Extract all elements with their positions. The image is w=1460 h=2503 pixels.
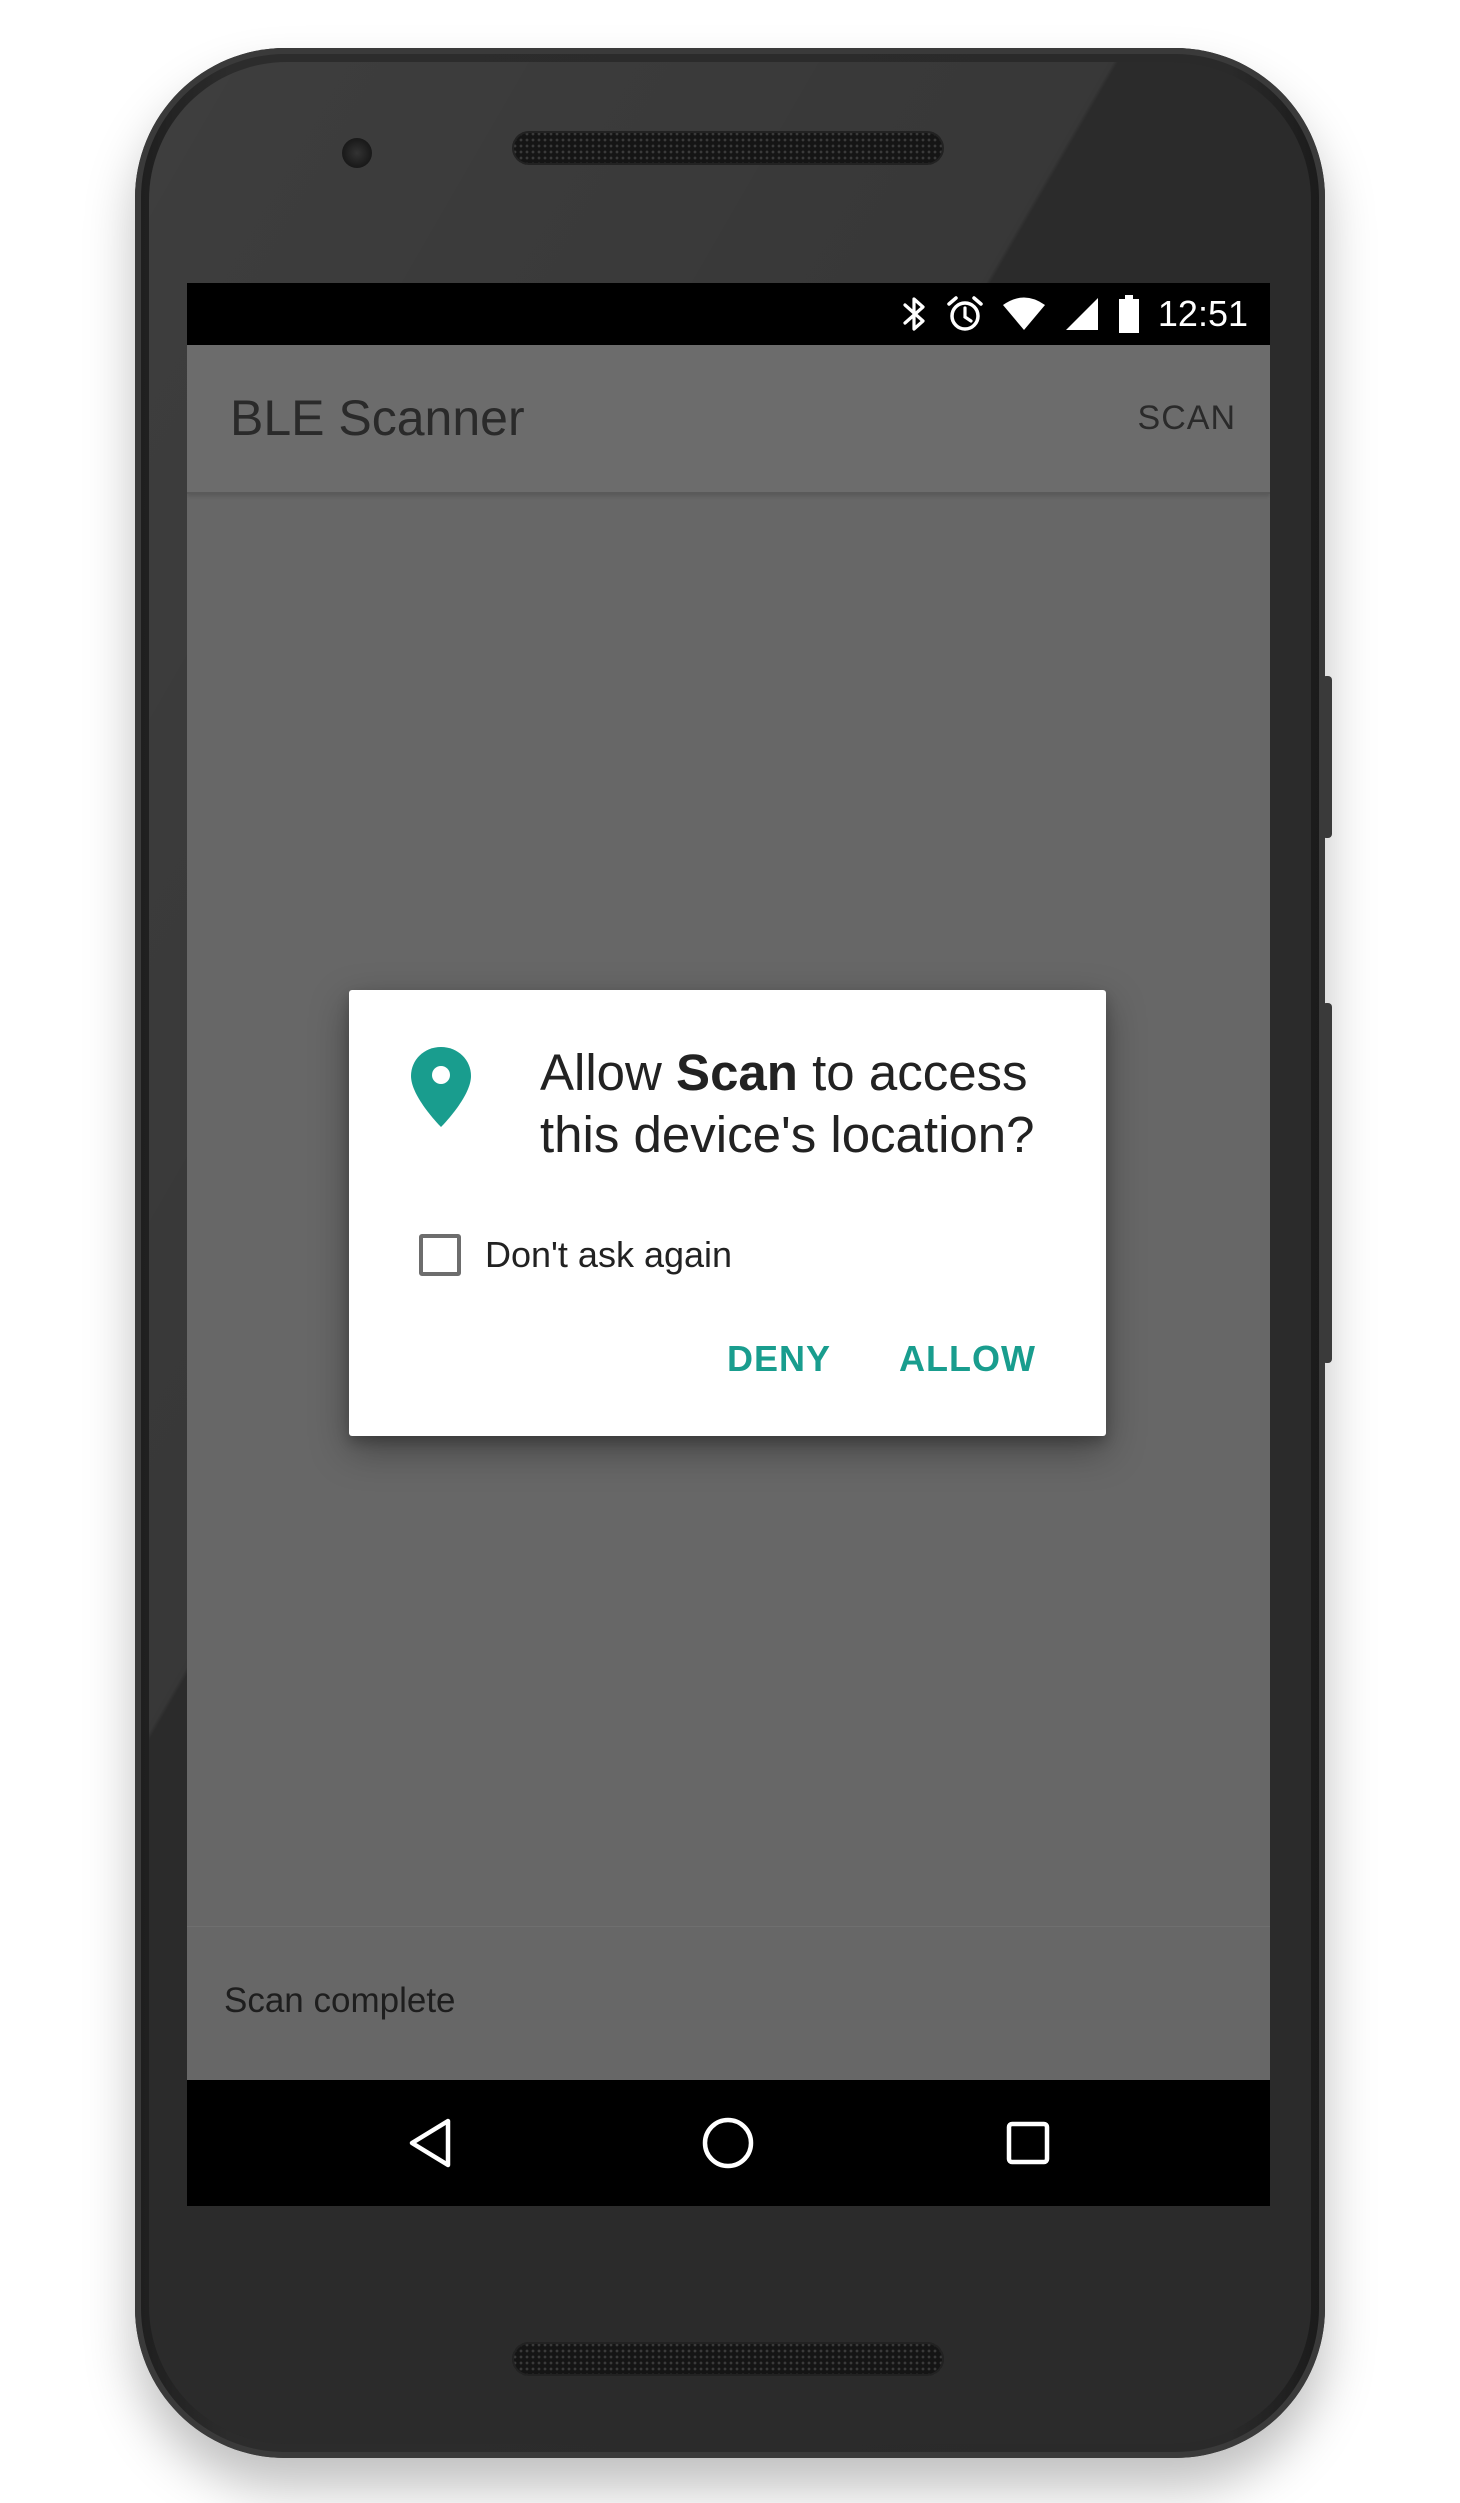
bottom-speaker-grille: [512, 2342, 944, 2376]
recents-icon: [1006, 2121, 1050, 2165]
location-pin-icon: [411, 1047, 471, 1127]
dont-ask-again-checkbox[interactable]: [419, 1234, 461, 1276]
wifi-icon: [1002, 297, 1045, 330]
home-icon: [702, 2117, 754, 2169]
home-button[interactable]: [698, 2113, 758, 2173]
navigation-bar: [187, 2080, 1270, 2206]
power-button: [1322, 1003, 1332, 1363]
location-permission-dialog: Allow Scan to access this device's locat…: [349, 990, 1106, 1436]
back-button[interactable]: [400, 2113, 460, 2173]
status-footer: Scan complete: [187, 1926, 1270, 2074]
bluetooth-icon: [903, 297, 925, 331]
dont-ask-again-row[interactable]: Don't ask again: [419, 1230, 732, 1280]
front-camera: [342, 138, 372, 168]
app-title: BLE Scanner: [230, 390, 525, 446]
status-icons: 12:51: [902, 283, 1248, 345]
deny-button[interactable]: DENY: [727, 1338, 831, 1380]
volume-button: [1322, 676, 1332, 838]
app-name: Scan: [676, 1044, 798, 1101]
app-bar: BLE Scanner SCAN: [187, 345, 1270, 494]
scan-button[interactable]: SCAN: [1138, 345, 1236, 492]
scan-status-text: Scan complete: [224, 1981, 456, 2020]
recents-button[interactable]: [998, 2113, 1058, 2173]
dialog-actions: DENY ALLOW: [727, 1338, 1036, 1380]
screen: 12:51 BLE Scanner SCAN Scan complete All…: [187, 283, 1270, 2206]
message-prefix: Allow: [540, 1044, 677, 1101]
dialog-message: Allow Scan to access this device's locat…: [540, 1042, 1080, 1166]
status-clock: 12:51: [1157, 293, 1248, 334]
dont-ask-again-label: Don't ask again: [485, 1234, 733, 1275]
status-bar: 12:51: [187, 283, 1270, 345]
alarm-icon: [947, 296, 983, 331]
cell-signal-icon: [1065, 298, 1098, 330]
back-icon: [409, 2118, 451, 2168]
allow-button[interactable]: ALLOW: [899, 1338, 1036, 1380]
battery-icon: [1118, 295, 1139, 333]
top-speaker-grille: [512, 131, 944, 165]
